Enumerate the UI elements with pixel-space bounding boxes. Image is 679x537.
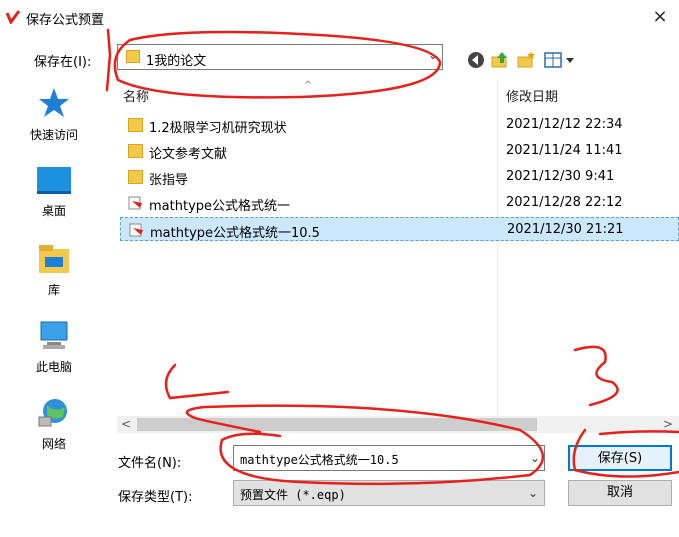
eqp-file-icon bbox=[128, 196, 142, 210]
place-label: 此电脑 bbox=[35, 360, 72, 374]
file-row[interactable]: mathtype公式格式统一 2021/12/28 22:12 bbox=[120, 191, 679, 215]
folder-icon bbox=[128, 170, 143, 184]
place-label: 网络 bbox=[41, 437, 66, 451]
file-row[interactable]: 张指导 2021/12/30 9:41 bbox=[120, 165, 679, 189]
place-this-pc[interactable]: 此电脑 bbox=[6, 320, 102, 375]
file-date: 2021/11/24 11:41 bbox=[506, 143, 623, 158]
file-name: 1.2极限学习机研究现状 bbox=[149, 121, 287, 136]
sort-ascending-icon: ^ bbox=[304, 80, 313, 91]
computer-icon bbox=[40, 321, 68, 349]
place-network[interactable]: 网络 bbox=[6, 397, 102, 452]
filetype-select[interactable]: 预置文件 (*.eqp) bbox=[233, 480, 545, 506]
save-in-dropdown[interactable]: 1我的论文 ⌄ bbox=[117, 44, 443, 70]
chevron-right-icon[interactable]: > bbox=[663, 417, 673, 431]
save-in-value: 1我的论文 bbox=[146, 54, 207, 69]
up-folder-icon[interactable] bbox=[490, 50, 510, 70]
folder-icon bbox=[126, 50, 140, 63]
place-label: 库 bbox=[47, 283, 60, 297]
folder-icon bbox=[128, 144, 143, 158]
folder-icon bbox=[128, 118, 143, 132]
window-title: 保存公式预置 bbox=[26, 13, 105, 28]
network-icon bbox=[38, 399, 67, 427]
mathtype-app-icon bbox=[6, 10, 20, 24]
file-row[interactable]: 论文参考文献 2021/11/24 11:41 bbox=[120, 139, 679, 163]
place-quick-access[interactable]: 快速访问 bbox=[6, 86, 102, 143]
filename-label: 文件名(N): bbox=[118, 456, 182, 471]
new-folder-icon[interactable] bbox=[516, 50, 536, 70]
horizontal-scrollbar[interactable]: < > bbox=[117, 416, 679, 433]
cancel-button[interactable]: 取消 bbox=[568, 480, 672, 506]
save-button[interactable]: 保存(S) bbox=[568, 445, 672, 471]
close-icon[interactable]: × bbox=[648, 5, 672, 29]
save-in-label: 保存在(I): bbox=[34, 55, 92, 70]
place-desktop[interactable]: 桌面 bbox=[6, 166, 102, 219]
file-date: 2021/12/28 22:12 bbox=[506, 195, 623, 210]
file-date: 2021/12/12 22:34 bbox=[506, 117, 623, 132]
filename-input[interactable]: mathtype公式格式统一10.5 bbox=[233, 445, 545, 471]
chevron-down-icon[interactable]: ⌄ bbox=[530, 451, 540, 465]
place-label: 快速访问 bbox=[29, 128, 78, 142]
library-icon bbox=[39, 245, 69, 273]
file-name: 张指导 bbox=[149, 173, 189, 188]
back-icon[interactable] bbox=[466, 50, 486, 70]
file-date: 2021/12/30 9:41 bbox=[506, 169, 615, 184]
place-library[interactable]: 库 bbox=[6, 243, 102, 298]
file-row-selected[interactable]: mathtype公式格式统一10.5 2021/12/30 21:21 bbox=[120, 217, 679, 241]
file-name: 论文参考文献 bbox=[149, 147, 228, 162]
chevron-down-icon[interactable]: ⌄ bbox=[528, 486, 538, 500]
scrollbar-thumb[interactable] bbox=[137, 418, 537, 431]
view-menu-icon[interactable] bbox=[543, 50, 577, 70]
desktop-icon bbox=[37, 167, 71, 194]
filetype-label: 保存类型(T): bbox=[118, 490, 193, 505]
star-icon bbox=[39, 88, 69, 117]
column-header-date[interactable]: 修改日期 bbox=[506, 86, 558, 105]
chevron-down-icon: ⌄ bbox=[427, 48, 438, 62]
eqp-file-icon bbox=[129, 223, 143, 237]
title-bar: 保存公式预置 × bbox=[0, 0, 679, 34]
chevron-left-icon[interactable]: < bbox=[121, 417, 131, 431]
file-date: 2021/12/30 21:21 bbox=[507, 222, 624, 237]
annotation-number-1 bbox=[105, 28, 112, 92]
file-name: mathtype公式格式统一 bbox=[149, 199, 291, 214]
column-header-name[interactable]: 名称 bbox=[123, 86, 149, 105]
file-row[interactable]: 1.2极限学习机研究现状 2021/12/12 22:34 bbox=[120, 113, 679, 137]
file-name: mathtype公式格式统一10.5 bbox=[150, 226, 320, 241]
place-label: 桌面 bbox=[41, 204, 66, 218]
